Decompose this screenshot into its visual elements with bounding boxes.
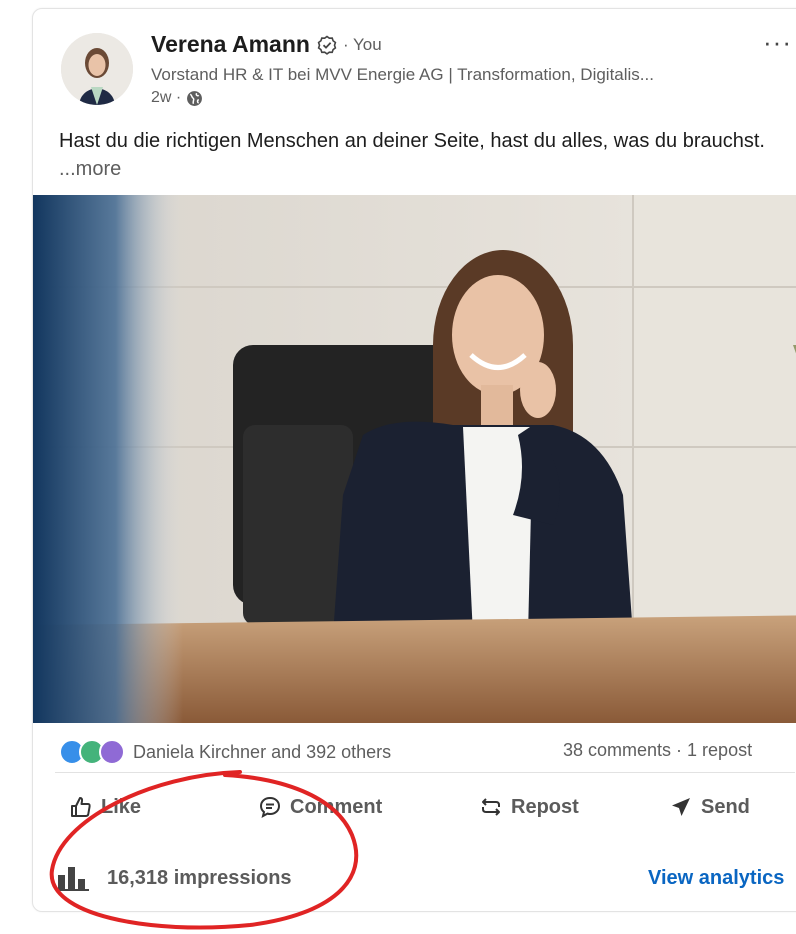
like-icon [71, 797, 91, 817]
author-avatar[interactable] [61, 33, 133, 105]
view-analytics-link[interactable]: View analytics [648, 867, 784, 890]
repost-button[interactable]: Repost [479, 795, 579, 819]
send-button[interactable]: Send [669, 795, 750, 819]
author-headline: Vorstand HR & IT bei MVV Energie AG | Tr… [151, 65, 654, 84]
reactors-label: Daniela Kirchner and 392 others [133, 741, 392, 762]
post-text: Hast du die richtigen Menschen an deiner… [59, 127, 796, 183]
post-age: 2w · [151, 89, 182, 106]
divider [55, 772, 795, 773]
like-label: Like [101, 795, 142, 818]
repost-icon [482, 798, 500, 816]
comment-button[interactable]: Comment [258, 795, 382, 819]
action-bar: Like Comment Repost Send [33, 785, 796, 837]
relation-label: · You [342, 34, 382, 54]
impressions-count[interactable]: 16,318 impressions [107, 867, 292, 890]
globe-icon [187, 90, 203, 106]
verified-icon [317, 35, 337, 55]
author-name[interactable]: Verena Amann [151, 31, 310, 58]
more-icon[interactable]: ··· [763, 27, 792, 58]
insightful-reaction-icon [99, 739, 125, 765]
post-body: Hast du die richtigen Menschen an deiner… [59, 130, 765, 152]
post-meta: 2w · [151, 89, 203, 107]
social-counts: Daniela Kirchner and 392 others 38 comme… [33, 723, 796, 775]
analytics-chart-icon [57, 867, 89, 891]
post-image[interactable] [33, 195, 796, 723]
post-header: Verena Amann · You Vorstand HR & IT bei … [33, 9, 796, 119]
send-label: Send [701, 795, 750, 818]
analytics-bar: 16,318 impressions View analytics [33, 857, 796, 897]
reactions-summary[interactable]: Daniela Kirchner and 392 others [59, 739, 391, 765]
comments-reposts-count[interactable]: 38 comments · 1 repost [563, 740, 752, 761]
repost-label: Repost [511, 795, 579, 818]
like-button[interactable]: Like [69, 795, 141, 819]
send-icon [672, 798, 690, 816]
comment-icon [259, 796, 281, 818]
author-name-row: Verena Amann · You [151, 31, 382, 58]
comment-label: Comment [290, 795, 383, 818]
see-more-link[interactable]: ...more [59, 158, 121, 180]
post-card: Verena Amann · You Vorstand HR & IT bei … [32, 8, 796, 912]
